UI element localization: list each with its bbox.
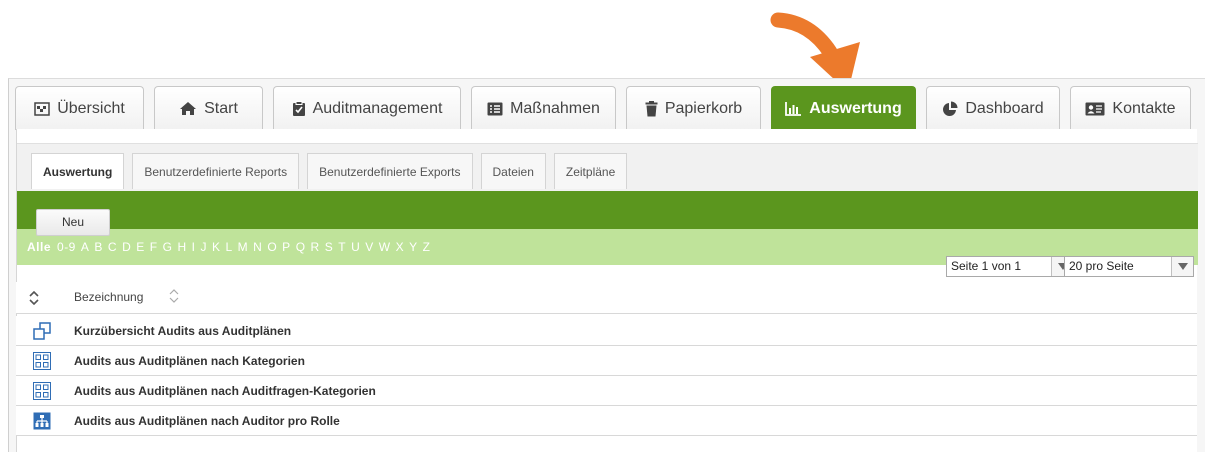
tab-label: Auswertung [809, 99, 902, 117]
filter-letter[interactable]: O [267, 240, 277, 254]
row-label: Audits aus Auditplänen nach Auditor pro … [74, 414, 340, 428]
filter-letter[interactable]: L [225, 240, 232, 254]
subtab-zeitplaene[interactable]: Zeitpläne [553, 153, 628, 189]
filter-letter[interactable]: C [108, 240, 117, 254]
filter-letter[interactable]: W [379, 240, 391, 254]
filter-letter[interactable]: N [253, 240, 262, 254]
filter-letter[interactable]: R [311, 240, 320, 254]
filter-letter[interactable]: D [122, 240, 131, 254]
tab-dashboard[interactable]: Dashboard [926, 86, 1060, 130]
subtab-auswertung[interactable]: Auswertung [31, 153, 125, 189]
filter-letter[interactable]: Y [409, 240, 418, 254]
per-page-select[interactable]: 20 pro Seite [1064, 256, 1194, 277]
filter-letter[interactable]: K [212, 240, 221, 254]
grid-icon [33, 382, 51, 400]
subtab-benutzerdefinierte-reports[interactable]: Benutzerdefinierte Reports [132, 153, 300, 189]
table-row[interactable]: Audits aus Auditplänen nach Auditfragen-… [16, 376, 1197, 406]
tab-label: Papierkorb [664, 99, 743, 117]
pie-chart-icon [942, 101, 958, 117]
alphabet-filter: Alle 0-9 A B C D E F G H I J K L M N O P… [27, 240, 435, 254]
tab-label: Start [204, 99, 238, 117]
table-row[interactable]: Kurzübersicht Audits aus Auditplänen [16, 316, 1197, 346]
new-button[interactable]: Neu [36, 209, 110, 236]
sort-icon[interactable] [168, 287, 180, 310]
list-icon [487, 102, 503, 116]
tab-label: Maßnahmen [510, 99, 600, 117]
column-header-bezeichnung[interactable]: Bezeichnung [74, 290, 143, 304]
table-header: Bezeichnung [16, 282, 1197, 314]
row-label: Audits aus Auditplänen nach Auditfragen-… [74, 384, 376, 398]
tab-massnahmen[interactable]: Maßnahmen [471, 86, 616, 130]
tab-kontakte[interactable]: Kontakte [1070, 86, 1191, 130]
filter-letter[interactable]: B [94, 240, 103, 254]
chevron-down-icon [1171, 257, 1193, 276]
org-chart-icon [33, 412, 51, 430]
filter-letter[interactable]: Q [296, 240, 306, 254]
tab-papierkorb[interactable]: Papierkorb [626, 86, 761, 130]
sort-toggle-icon[interactable] [29, 290, 39, 310]
tab-start[interactable]: Start [154, 86, 263, 130]
row-label: Kurzübersicht Audits aus Auditplänen [74, 324, 292, 338]
subtab-benutzerdefinierte-exports[interactable]: Benutzerdefinierte Exports [307, 153, 473, 189]
home-icon [179, 101, 197, 116]
page-select-value: Seite 1 von 1 [951, 259, 1022, 273]
filter-letter[interactable]: U [351, 240, 360, 254]
tab-uebersicht[interactable]: Übersicht [15, 86, 144, 130]
table-row[interactable]: Audits aus Auditplänen nach Auditor pro … [16, 406, 1197, 436]
tab-label: Auditmanagement [312, 99, 443, 117]
page-select[interactable]: Seite 1 von 1 [946, 256, 1074, 277]
trash-icon [645, 100, 658, 117]
tab-label: Kontakte [1112, 99, 1176, 117]
filter-all[interactable]: Alle [27, 240, 51, 254]
bar-chart-icon [785, 101, 802, 116]
filter-letter[interactable]: F [150, 240, 158, 254]
action-toolbar [17, 191, 1198, 229]
subtab-dateien[interactable]: Dateien [480, 153, 546, 189]
flag-icon [34, 101, 50, 116]
overlapping-squares-icon [33, 322, 51, 340]
filter-letter[interactable]: Z [423, 240, 431, 254]
filter-letter[interactable]: M [238, 240, 249, 254]
filter-letter[interactable]: G [163, 240, 173, 254]
filter-letter[interactable]: J [200, 240, 207, 254]
sub-tabs: Auswertung Benutzerdefinierte Reports Be… [31, 153, 635, 189]
filter-letter[interactable]: I [192, 240, 196, 254]
app-window: Übersicht Start Auditmanagement Maßnahme… [0, 0, 1205, 452]
table-row[interactable]: Audits aus Auditplänen nach Kategorien [16, 346, 1197, 376]
filter-letter[interactable]: T [338, 240, 346, 254]
tab-label: Dashboard [965, 99, 1044, 117]
tab-auditmanagement[interactable]: Auditmanagement [273, 86, 461, 130]
filter-letter[interactable]: V [365, 240, 374, 254]
filter-letter[interactable]: P [282, 240, 291, 254]
filter-letter[interactable]: X [396, 240, 405, 254]
filter-letter[interactable]: E [136, 240, 145, 254]
main-tab-bar: Übersicht Start Auditmanagement Maßnahme… [15, 86, 1191, 130]
row-label: Audits aus Auditplänen nach Kategorien [74, 354, 305, 368]
contact-card-icon [1085, 102, 1105, 116]
filter-letter[interactable]: S [325, 240, 334, 254]
grid-icon [33, 352, 51, 370]
filter-letter[interactable]: H [177, 240, 186, 254]
tab-label: Übersicht [57, 99, 125, 117]
tab-auswertung[interactable]: Auswertung [771, 86, 916, 130]
filter-letter[interactable]: A [81, 240, 90, 254]
filter-letter[interactable]: 0-9 [57, 240, 76, 254]
clipboard-icon [292, 100, 306, 117]
per-page-select-value: 20 pro Seite [1069, 259, 1134, 273]
